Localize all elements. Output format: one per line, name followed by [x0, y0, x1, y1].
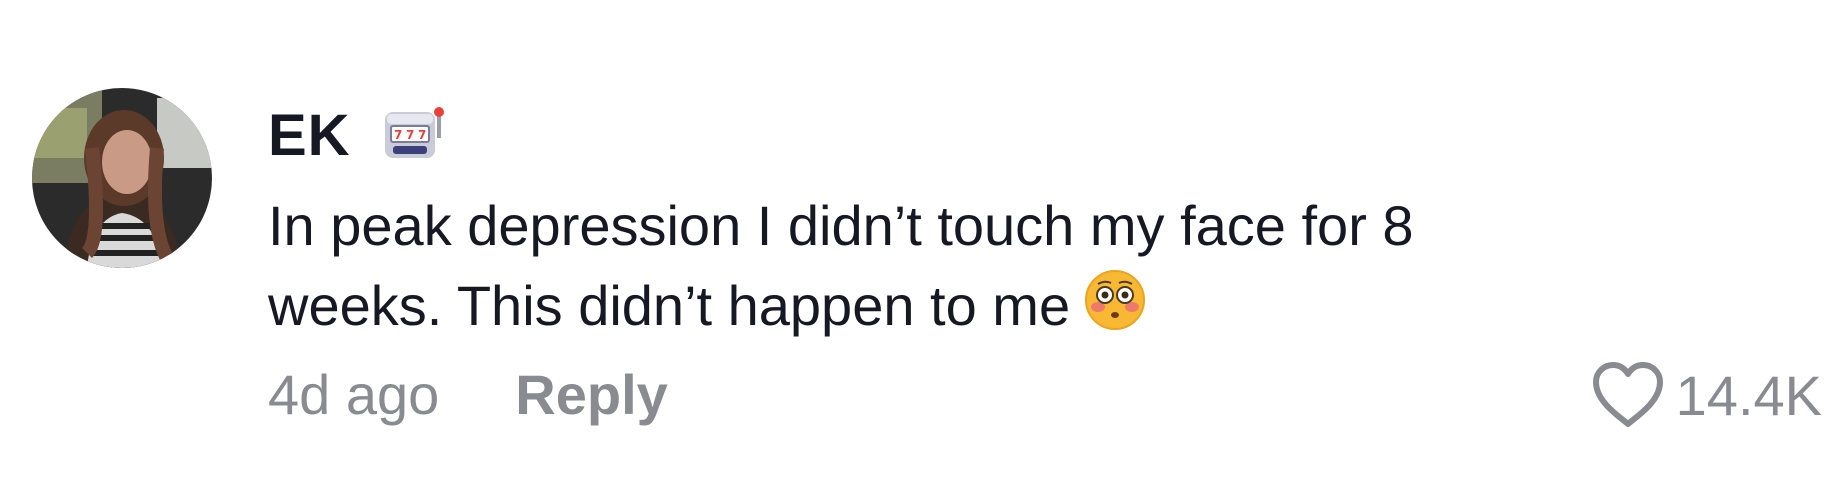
like-button[interactable]: 14.4K — [1590, 360, 1822, 430]
svg-text:7: 7 — [406, 128, 414, 142]
comment-text-line-2-text: weeks. This didn’t happen to me — [268, 274, 1071, 337]
like-count: 14.4K — [1675, 363, 1822, 427]
author-name[interactable]: EK — [268, 102, 351, 169]
svg-text:7: 7 — [418, 128, 426, 142]
comment-text: In peak depression I didn’t touch my fac… — [268, 186, 1688, 346]
comment-item: EK 7 7 7 In peak depression I didn’t tou… — [0, 0, 1840, 492]
comment-text-line-2: weeks. This didn’t happen to me — [268, 266, 1688, 346]
heart-icon — [1592, 362, 1663, 427]
slot-machine-icon: 7 7 7 — [381, 102, 447, 168]
avatar-photo — [32, 88, 212, 268]
comment-text-line-1: In peak depression I didn’t touch my fac… — [268, 194, 1414, 257]
svg-text:7: 7 — [394, 128, 402, 142]
avatar[interactable] — [32, 88, 212, 268]
flushed-face-icon — [1084, 269, 1146, 331]
reply-button[interactable]: Reply — [515, 362, 668, 427]
comment-timestamp: 4d ago — [268, 363, 440, 426]
